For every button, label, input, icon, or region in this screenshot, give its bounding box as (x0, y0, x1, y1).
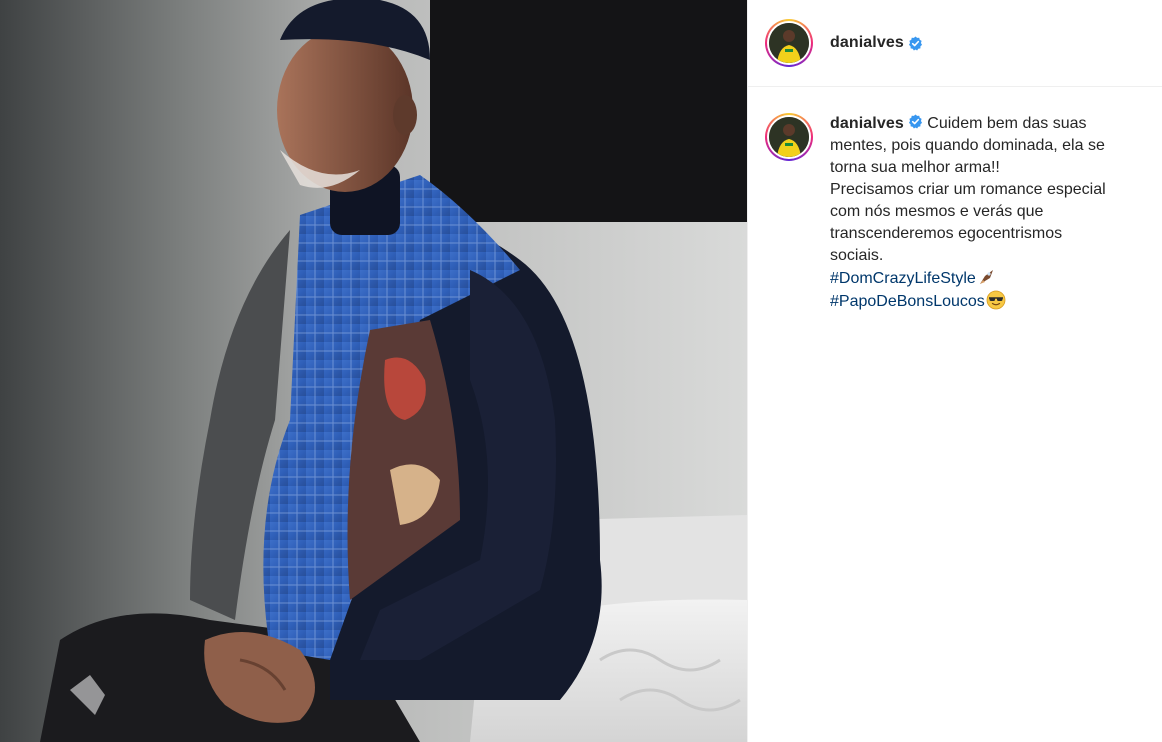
caption-line: sociais. (830, 247, 884, 264)
caption-first-line: danialves Cuidem bem das suas (830, 113, 1140, 135)
post-photo[interactable] (0, 0, 747, 742)
caption-line: transcenderemos egocentrismos (830, 225, 1063, 242)
header-username[interactable]: danialves (830, 34, 904, 52)
caption-line: Precisamos criar um romance especial (830, 181, 1106, 198)
story-ring[interactable] (765, 19, 813, 67)
post-side-panel: danialves danialves Cuidem bem das suas (747, 0, 1162, 742)
verified-badge-icon (908, 35, 922, 51)
avatar-icon (769, 117, 809, 157)
verified-badge-icon (908, 114, 922, 129)
caption-line: Cuidem bem das suas (927, 115, 1087, 132)
hashtag-row: #PapoDeBonsLoucos (830, 290, 1140, 313)
profile-avatar (769, 23, 809, 63)
post-header: danialves (748, 0, 1162, 87)
sunglasses-emoji-icon (986, 290, 1006, 310)
caption-story-ring[interactable] (765, 113, 813, 161)
post-caption: danialves Cuidem bem das suas mentes, po… (765, 113, 1155, 313)
post-photo-illustration (0, 0, 747, 742)
hashtag-link[interactable]: #PapoDeBonsLoucos (830, 293, 985, 310)
caption-line: torna sua melhor arma!! (830, 159, 1000, 176)
caption-line: com nós mesmos e verás que (830, 203, 1044, 220)
caption-text: danialves Cuidem bem das suas mentes, po… (830, 113, 1140, 313)
caption-username[interactable]: danialves (830, 115, 904, 132)
rocket-emoji-icon (979, 270, 993, 284)
avatar-icon (769, 23, 809, 63)
hashtag-row: #DomCrazyLifeStyle (830, 267, 1140, 290)
caption-line: mentes, pois quando dominada, ela se (830, 137, 1105, 154)
caption-profile-avatar (769, 117, 809, 157)
hashtag-link[interactable]: #DomCrazyLifeStyle (830, 270, 976, 287)
